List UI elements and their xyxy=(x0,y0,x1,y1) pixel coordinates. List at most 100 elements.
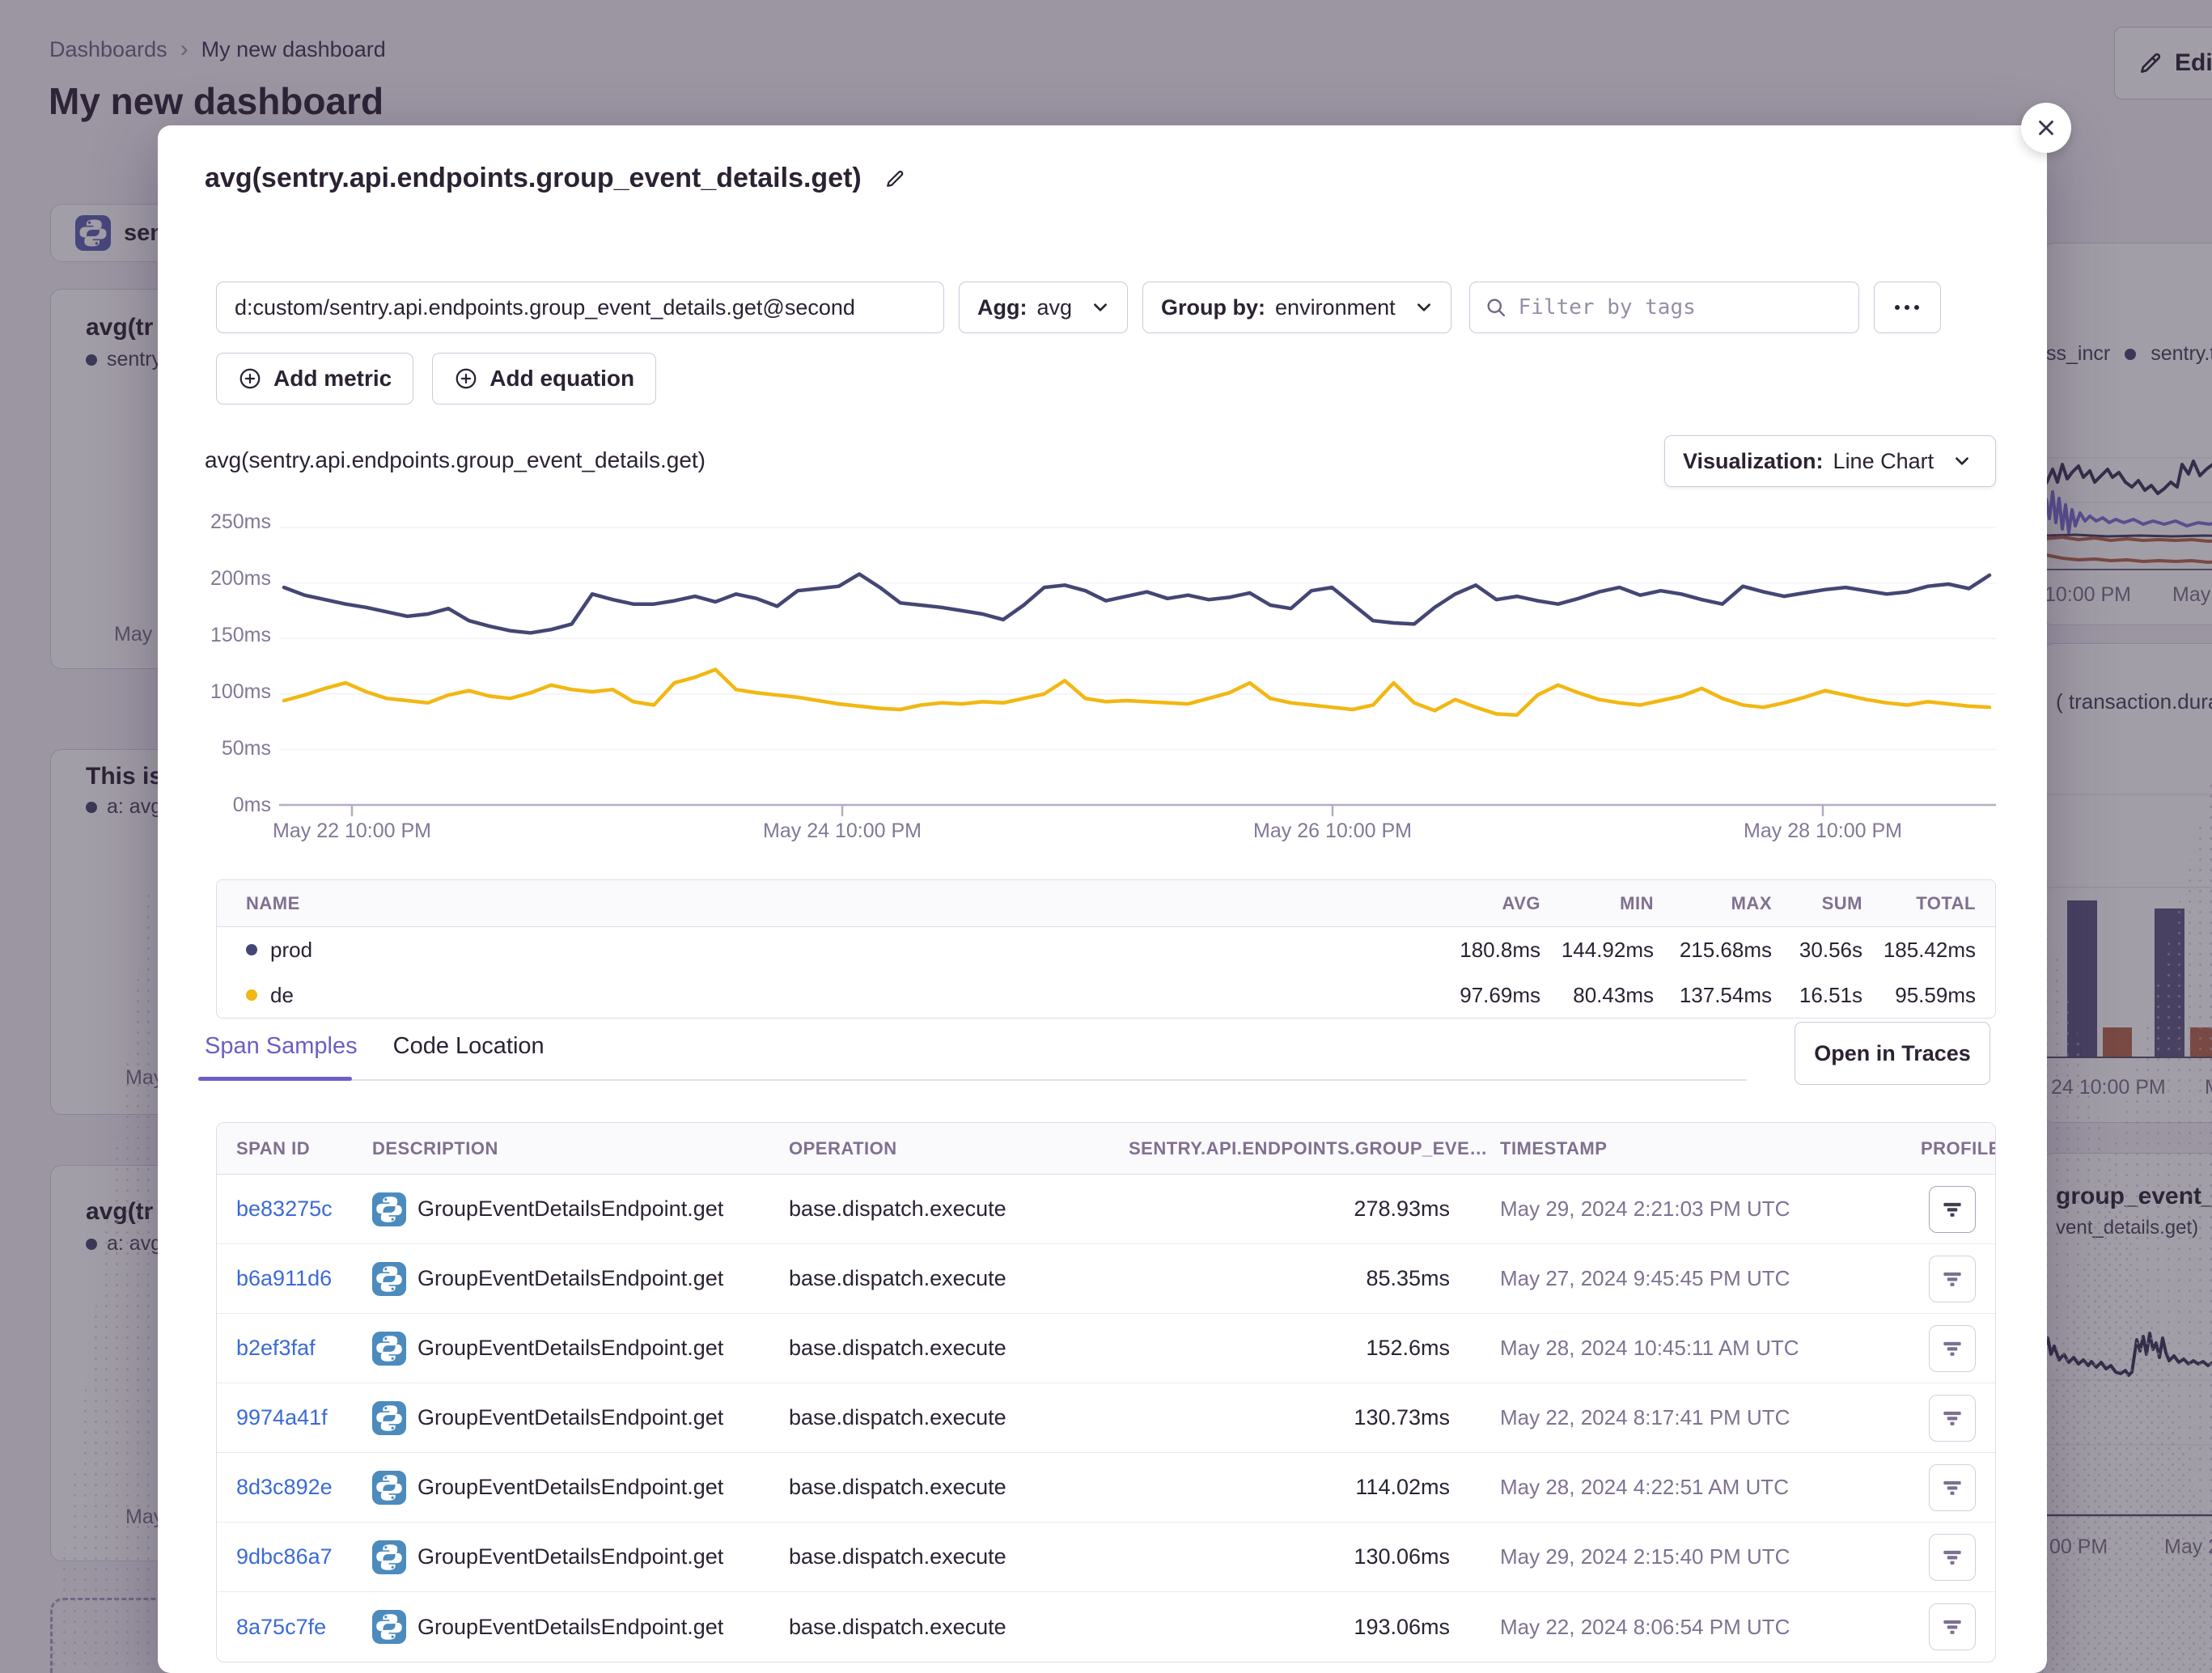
filter-by-tags-field[interactable] xyxy=(1469,282,1859,333)
x-axis-tick: May 22 10:00 PM xyxy=(222,820,481,843)
aggregation-label: Agg: xyxy=(977,295,1027,320)
add-metric-button[interactable]: Add metric xyxy=(216,353,413,404)
span-description-text: GroupEventDetailsEndpoint.get xyxy=(417,1544,723,1569)
line-chart-canvas xyxy=(279,493,1996,825)
tab-span-samples[interactable]: Span Samples xyxy=(205,1033,358,1060)
series-name: prod xyxy=(270,938,312,963)
span-description: GroupEventDetailsEndpoint.get xyxy=(372,1401,789,1435)
span-description: GroupEventDetailsEndpoint.get xyxy=(372,1262,789,1296)
python-icon xyxy=(372,1192,406,1226)
span-duration-value: 130.06ms xyxy=(1129,1544,1450,1569)
span-timestamp: May 29, 2024 2:15:40 PM UTC xyxy=(1500,1544,1921,1569)
span-duration-value: 130.73ms xyxy=(1129,1405,1450,1430)
span-table-header: SPAN ID DESCRIPTION OPERATION SENTRY.API… xyxy=(217,1123,1995,1175)
close-button[interactable] xyxy=(2021,103,2071,153)
series-color-dot xyxy=(246,944,257,955)
profile-button[interactable] xyxy=(1929,1256,1976,1302)
series-max: 215.68ms xyxy=(1654,938,1772,963)
python-icon xyxy=(372,1610,406,1644)
summary-header-row: NAME AVG MIN MAX SUM TOTAL xyxy=(217,880,1995,927)
series-min: 144.92ms xyxy=(1540,938,1654,963)
span-table-row: 8a75c7fe GroupEventDetailsEndpoint.get b… xyxy=(217,1592,1995,1662)
span-timestamp: May 27, 2024 9:45:45 PM UTC xyxy=(1500,1266,1921,1291)
profile-button[interactable] xyxy=(1929,1603,1976,1650)
header-metric: SENTRY.API.ENDPOINTS.GROUP_EVE… xyxy=(1129,1138,1450,1159)
chevron-down-icon xyxy=(1415,299,1433,316)
metric-query-input[interactable] xyxy=(216,282,944,333)
edit-title-pencil-icon[interactable] xyxy=(883,167,907,191)
tab-code-location[interactable]: Code Location xyxy=(393,1033,545,1060)
span-timestamp: May 28, 2024 10:45:11 AM UTC xyxy=(1500,1336,1921,1361)
x-axis-tick: May 24 10:00 PM xyxy=(713,820,972,843)
span-id-link[interactable]: b6a911d6 xyxy=(236,1266,372,1291)
span-operation: base.dispatch.execute xyxy=(789,1615,1129,1640)
chart-title: avg(sentry.api.endpoints.group_event_det… xyxy=(205,447,706,473)
profile-button[interactable] xyxy=(1929,1186,1976,1233)
more-options-button[interactable] xyxy=(1874,282,1941,333)
span-timestamp: May 28, 2024 4:22:51 AM UTC xyxy=(1500,1475,1921,1500)
summary-header-avg: AVG xyxy=(1427,893,1540,914)
python-icon xyxy=(372,1262,406,1296)
span-id-link[interactable]: be83275c xyxy=(236,1197,372,1222)
summary-row-de: de 97.69ms 80.43ms 137.54ms 16.51s 95.59… xyxy=(217,972,1995,1018)
span-table-row: 9974a41f GroupEventDetailsEndpoint.get b… xyxy=(217,1383,1995,1453)
profile-button[interactable] xyxy=(1929,1534,1976,1581)
span-id-link[interactable]: 8a75c7fe xyxy=(236,1615,372,1640)
span-id-link[interactable]: 9dbc86a7 xyxy=(236,1544,372,1569)
close-icon xyxy=(2034,116,2058,140)
visualization-select[interactable]: Visualization: Line Chart xyxy=(1664,435,1996,487)
group-by-select[interactable]: Group by: environment xyxy=(1142,282,1451,333)
span-table-row: b6a911d6 GroupEventDetailsEndpoint.get b… xyxy=(217,1244,1995,1314)
open-in-traces-label: Open in Traces xyxy=(1814,1041,1971,1066)
aggregation-select[interactable]: Agg: avg xyxy=(959,282,1128,333)
span-duration-value: 152.6ms xyxy=(1129,1336,1450,1361)
chevron-down-icon xyxy=(1091,299,1109,316)
visualization-value: Line Chart xyxy=(1833,449,1934,474)
span-duration-value: 85.35ms xyxy=(1129,1266,1450,1291)
series-avg: 97.69ms xyxy=(1427,983,1540,1008)
open-in-traces-button[interactable]: Open in Traces xyxy=(1795,1022,1990,1085)
series-total: 95.59ms xyxy=(1862,983,1976,1008)
add-equation-button[interactable]: Add equation xyxy=(432,353,656,404)
span-operation: base.dispatch.execute xyxy=(789,1197,1129,1222)
span-timestamp: May 29, 2024 2:21:03 PM UTC xyxy=(1500,1197,1921,1222)
span-duration-value: 114.02ms xyxy=(1129,1475,1450,1500)
profile-flamegraph-icon xyxy=(1940,1197,1964,1222)
span-operation: base.dispatch.execute xyxy=(789,1266,1129,1291)
profile-button[interactable] xyxy=(1929,1325,1976,1372)
header-timestamp: TIMESTAMP xyxy=(1500,1138,1921,1159)
series-name: de xyxy=(270,983,294,1008)
span-description-text: GroupEventDetailsEndpoint.get xyxy=(417,1197,723,1222)
python-icon xyxy=(372,1471,406,1505)
metric-details-modal: avg(sentry.api.endpoints.group_event_det… xyxy=(158,125,2047,1673)
span-id-link[interactable]: 8d3c892e xyxy=(236,1475,372,1500)
profile-flamegraph-icon xyxy=(1940,1406,1964,1430)
y-axis-tick: 50ms xyxy=(158,735,271,761)
ellipsis-icon xyxy=(1914,305,1919,310)
series-max: 137.54ms xyxy=(1654,983,1772,1008)
y-axis-tick: 250ms xyxy=(158,509,271,535)
profile-button[interactable] xyxy=(1929,1464,1976,1511)
span-id-link[interactable]: b2ef3faf xyxy=(236,1336,372,1361)
series-total: 185.42ms xyxy=(1862,938,1976,963)
series-sum: 30.56s xyxy=(1772,938,1862,963)
summary-header-max: MAX xyxy=(1654,893,1772,914)
header-description: DESCRIPTION xyxy=(372,1138,789,1159)
span-table-row: 8d3c892e GroupEventDetailsEndpoint.get b… xyxy=(217,1453,1995,1523)
span-description-text: GroupEventDetailsEndpoint.get xyxy=(417,1405,723,1430)
modal-title: avg(sentry.api.endpoints.group_event_det… xyxy=(205,163,862,194)
series-sum: 16.51s xyxy=(1772,983,1862,1008)
profile-flamegraph-icon xyxy=(1940,1336,1964,1361)
header-span-id: SPAN ID xyxy=(236,1138,372,1159)
profile-button[interactable] xyxy=(1929,1395,1976,1442)
span-description-text: GroupEventDetailsEndpoint.get xyxy=(417,1615,723,1640)
span-description: GroupEventDetailsEndpoint.get xyxy=(372,1540,789,1574)
series-avg: 180.8ms xyxy=(1427,938,1540,963)
span-id-link[interactable]: 9974a41f xyxy=(236,1405,372,1430)
y-axis-tick: 0ms xyxy=(158,792,271,818)
plus-circle-icon xyxy=(454,366,478,391)
series-min: 80.43ms xyxy=(1540,983,1654,1008)
span-description: GroupEventDetailsEndpoint.get xyxy=(372,1192,789,1226)
filter-by-tags-input[interactable] xyxy=(1519,295,1844,320)
y-axis-tick: 150ms xyxy=(158,622,271,648)
